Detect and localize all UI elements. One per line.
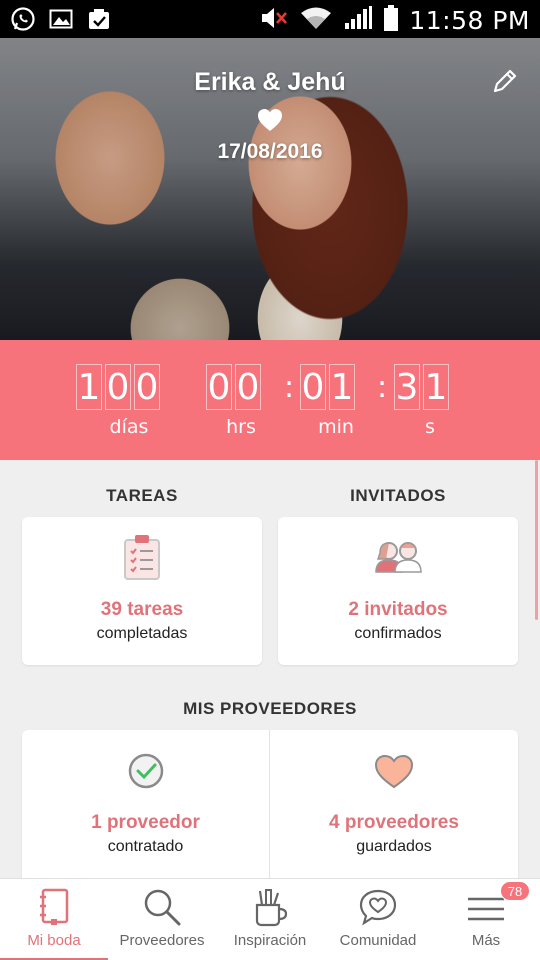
wedding-date: 17/08/2016 <box>217 140 323 163</box>
nav-inspiracion[interactable]: Inspiración <box>216 879 324 960</box>
check-circle-icon <box>128 753 163 789</box>
signal-icon <box>343 5 373 36</box>
mute-icon <box>259 5 289 36</box>
nav-proveedores[interactable]: Proveedores <box>108 879 216 960</box>
digit: 1 <box>329 364 355 410</box>
chat-heart-icon <box>359 889 397 926</box>
tareas-heading: TAREAS <box>106 486 178 505</box>
whatsapp-icon <box>10 6 36 37</box>
bottom-navigation: Mi boda Proveedores Inspiración Comunida… <box>0 878 540 960</box>
image-icon <box>48 6 74 37</box>
proveedor-guardados[interactable]: 4 proveedores guardados <box>270 730 518 890</box>
contratado-count: 1 proveedor <box>91 812 200 833</box>
nav-label: Comunidad <box>339 932 417 949</box>
proveedor-contratado[interactable]: 1 proveedor contratado <box>22 730 269 890</box>
couple-names: Erika & Jehú <box>194 68 346 96</box>
scrollbar[interactable] <box>535 460 538 620</box>
proveedores-card: 1 proveedor contratado 4 proveedores gua… <box>22 730 518 890</box>
digit: 1 <box>423 364 449 410</box>
digit: 1 <box>76 364 102 410</box>
pencil-cup-icon <box>255 889 288 927</box>
notification-badge: 78 <box>500 881 530 901</box>
guardados-status: guardados <box>356 838 432 855</box>
clock: 11:58 PM <box>409 6 530 35</box>
nav-label: Más <box>471 932 501 949</box>
digit: 0 <box>206 364 232 410</box>
invitados-card[interactable]: 2 invitados confirmados <box>278 517 518 665</box>
seconds-label: s <box>425 416 435 438</box>
nav-label: Proveedores <box>119 932 205 949</box>
hours-label: hrs <box>226 416 256 438</box>
status-bar: 11:58 PM <box>0 0 540 38</box>
days-label: días <box>109 416 149 438</box>
clipboard-check-icon <box>86 6 112 37</box>
nav-mas[interactable]: 78 Más <box>432 879 540 960</box>
nav-mi-boda[interactable]: Mi boda <box>0 879 108 960</box>
proveedores-heading: MIS PROVEEDORES <box>183 699 357 718</box>
colon: : <box>377 370 388 405</box>
clipboard-list-icon <box>124 535 160 580</box>
couple-photo: Erika & Jehú 17/08/2016 <box>0 38 540 340</box>
guardados-count: 4 proveedores <box>329 812 459 833</box>
invitados-count: 2 invitados <box>348 599 448 620</box>
heart-outline-icon <box>374 754 414 789</box>
guests-icon <box>375 542 422 573</box>
digit: 0 <box>235 364 261 410</box>
nav-comunidad[interactable]: Comunidad <box>324 879 432 960</box>
tareas-card[interactable]: 39 tareas completadas <box>22 517 262 665</box>
search-icon <box>144 889 181 926</box>
edit-pencil-icon[interactable] <box>490 66 520 96</box>
countdown-minutes: 0 1 <box>300 364 358 410</box>
minutes-label: min <box>318 416 354 438</box>
digit: 3 <box>394 364 420 410</box>
notebook-icon <box>40 888 69 925</box>
nav-label: Inspiración <box>233 932 307 949</box>
invitados-heading: INVITADOS <box>350 486 446 505</box>
heart-icon <box>258 109 282 131</box>
tareas-status: completadas <box>96 625 188 642</box>
digit: 0 <box>300 364 326 410</box>
colon: : <box>284 370 295 405</box>
invitados-status: confirmados <box>354 625 442 642</box>
wifi-icon <box>299 5 333 36</box>
battery-icon <box>383 4 399 37</box>
digit: 0 <box>134 364 160 410</box>
contratado-status: contratado <box>107 838 184 855</box>
tareas-count: 39 tareas <box>100 599 184 620</box>
countdown-seconds: 3 1 <box>394 364 452 410</box>
digit: 0 <box>105 364 131 410</box>
countdown-panel: 1 0 0 0 0 : 0 1 : 3 1 días hrs min s <box>0 340 540 460</box>
nav-label: Mi boda <box>27 932 81 949</box>
countdown-days: 1 0 0 <box>76 364 163 410</box>
countdown-hours: 0 0 <box>206 364 264 410</box>
